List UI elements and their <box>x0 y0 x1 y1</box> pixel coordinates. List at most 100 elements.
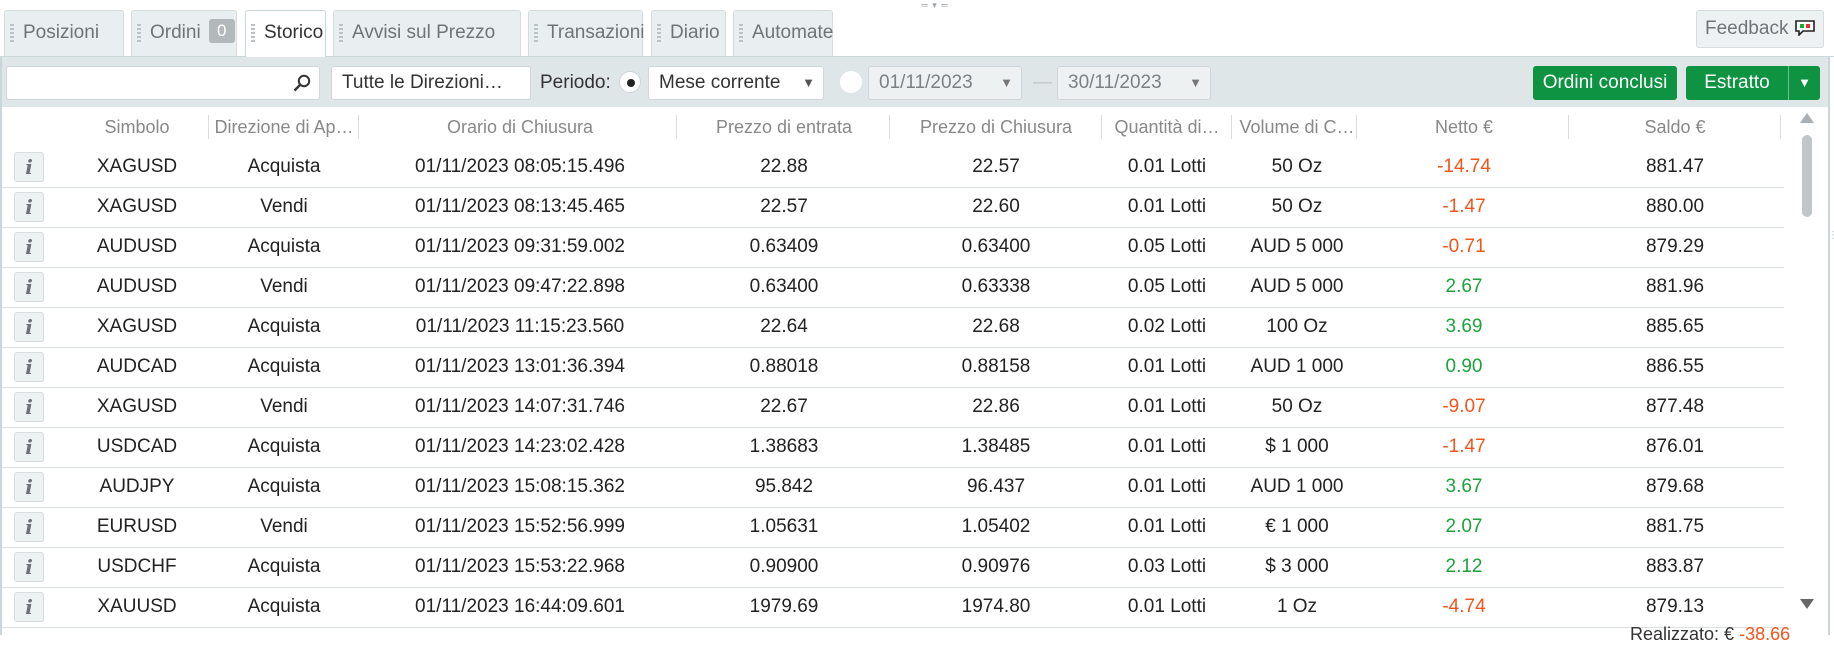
info-icon[interactable]: i <box>14 192 44 222</box>
direction-select[interactable]: Tutte le Direzioni… <box>331 66 531 100</box>
table-row[interactable]: i XAGUSD Acquista 01/11/2023 08:05:15.496 22… <box>2 147 1784 188</box>
column-separator[interactable] <box>676 115 677 139</box>
info-icon[interactable]: i <box>14 232 44 262</box>
scroll-up-arrow-icon[interactable] <box>1800 113 1814 123</box>
column-separator[interactable] <box>1780 115 1781 139</box>
table-row[interactable]: i XAGUSD Vendi 01/11/2023 08:13:45.465 22.57… <box>2 187 1784 228</box>
tab-label: Ordini <box>150 22 201 43</box>
cell-net: 2.07 <box>1445 516 1483 537</box>
info-icon[interactable]: i <box>14 312 44 342</box>
cell-entry-price: 0.88018 <box>749 356 819 377</box>
cell-symbol: AUDUSD <box>96 276 178 297</box>
cell-close-time: 01/11/2023 14:07:31.746 <box>415 396 625 417</box>
cell-close-price: 1.05402 <box>961 516 1031 537</box>
info-icon[interactable]: i <box>14 512 44 542</box>
tab-automate[interactable]: Automate <box>733 10 833 56</box>
cell-balance: 879.13 <box>1645 596 1705 617</box>
symbol-search-input[interactable] <box>6 66 320 100</box>
cell-close-time: 01/11/2023 08:13:45.465 <box>415 196 625 217</box>
search-icon[interactable] <box>293 74 311 92</box>
tab-avvisi-sul-prezzo[interactable]: Avvisi sul Prezzo0 <box>333 10 521 87</box>
statement-split-button[interactable]: Estratto ▼ <box>1686 66 1820 100</box>
table-row[interactable]: i USDCAD Acquista 01/11/2023 14:23:02.428 1.… <box>2 427 1784 468</box>
tab-transazioni[interactable]: Transazioni <box>528 10 645 56</box>
history-toolbar: Tutte le Direzioni… Periodo: Mese corren… <box>0 57 1830 107</box>
column-header-volume[interactable]: Volume di C… <box>1232 107 1362 147</box>
cell-entry-price: 22.88 <box>760 156 808 177</box>
cell-volume: $ 3 000 <box>1265 556 1329 577</box>
cell-close-price: 0.63400 <box>961 236 1031 257</box>
period-preset-radio[interactable] <box>619 71 641 93</box>
column-separator[interactable] <box>1356 115 1357 139</box>
column-header-entry-price[interactable]: Prezzo di entrata <box>678 107 890 147</box>
tab-diario[interactable]: Diario <box>651 10 726 56</box>
statement-button-label: Estratto <box>1704 72 1770 93</box>
drag-handle-icon <box>10 24 14 42</box>
column-header-quantity[interactable]: Quantità di… <box>1102 107 1232 147</box>
tab-ordini[interactable]: Ordini 0 <box>131 10 237 56</box>
table-row[interactable]: i AUDUSD Acquista 01/11/2023 09:31:59.002 0.… <box>2 227 1784 268</box>
cell-volume: AUD 1 000 <box>1250 476 1344 497</box>
drag-handle-icon <box>657 24 661 42</box>
info-icon[interactable]: i <box>14 432 44 462</box>
column-header-net[interactable]: Netto € <box>1358 107 1570 147</box>
scroll-down-arrow-icon[interactable] <box>1800 599 1814 609</box>
panel-resize-handle[interactable]: ═ ▾ ═ <box>905 0 965 10</box>
table-row[interactable]: i XAUUSD Acquista 01/11/2023 16:44:09.601 19… <box>2 587 1784 628</box>
cell-close-time: 01/11/2023 15:08:15.362 <box>415 476 625 497</box>
date-from-field[interactable]: 01/11/2023 ▼ <box>868 66 1022 100</box>
column-header-direction[interactable]: Direzione di Ap… <box>209 107 359 147</box>
period-select[interactable]: Mese corrente ▼ <box>648 66 824 100</box>
column-header-close-price[interactable]: Prezzo di Chiusura <box>890 107 1102 147</box>
column-header-balance[interactable]: Saldo € <box>1569 107 1781 147</box>
table-row[interactable]: i XAGUSD Acquista 01/11/2023 11:15:23.560 22… <box>2 307 1784 348</box>
table-row[interactable]: i USDCHF Acquista 01/11/2023 15:53:22.968 0.… <box>2 547 1784 588</box>
table-row[interactable]: i AUDCAD Acquista 01/11/2023 13:01:36.394 0.… <box>2 347 1784 388</box>
date-to-field[interactable]: 30/11/2023 ▼ <box>1057 66 1211 100</box>
cell-direction: Acquista <box>247 236 321 257</box>
info-icon[interactable]: i <box>14 592 44 622</box>
info-icon[interactable]: i <box>14 472 44 502</box>
cell-net: -1.47 <box>1442 196 1486 217</box>
cell-balance: 885.65 <box>1645 316 1705 337</box>
info-icon[interactable]: i <box>14 392 44 422</box>
cell-symbol: XAGUSD <box>96 156 178 177</box>
cell-volume: 100 Oz <box>1266 316 1328 337</box>
tab-label: Storico <box>264 22 324 43</box>
feedback-button[interactable]: Feedback <box>1696 10 1824 48</box>
cell-symbol: AUDCAD <box>96 356 178 377</box>
info-icon[interactable]: i <box>14 552 44 582</box>
cell-symbol: XAGUSD <box>96 396 178 417</box>
chevron-down-icon: ▼ <box>1189 75 1202 90</box>
scrollbar-thumb[interactable] <box>1802 135 1812 217</box>
info-icon[interactable]: i <box>14 352 44 382</box>
info-icon[interactable]: i <box>14 152 44 182</box>
table-row[interactable]: i AUDUSD Vendi 01/11/2023 09:47:22.898 0.634… <box>2 267 1784 308</box>
tab-storico[interactable]: Storico <box>245 10 326 57</box>
cell-volume: AUD 5 000 <box>1250 236 1344 257</box>
cell-close-price: 0.90976 <box>961 556 1031 577</box>
cell-symbol: USDCHF <box>97 556 177 577</box>
custom-range-radio[interactable] <box>840 71 862 93</box>
cell-entry-price: 22.57 <box>760 196 808 217</box>
date-to-value: 30/11/2023 <box>1068 72 1162 93</box>
table-row[interactable]: i XAGUSD Vendi 01/11/2023 14:07:31.746 22.67… <box>2 387 1784 428</box>
cell-symbol: AUDJPY <box>99 476 175 497</box>
realized-label: Realizzato: € <box>1630 624 1735 644</box>
tab-posizioni[interactable]: Posizioni2 <box>4 10 124 87</box>
column-header-symbol[interactable]: Simbolo <box>62 107 212 147</box>
closed-orders-button[interactable]: Ordini conclusi <box>1533 66 1677 100</box>
cell-close-time: 01/11/2023 13:01:36.394 <box>415 356 625 377</box>
vertical-scrollbar[interactable] <box>1792 107 1820 617</box>
column-separator[interactable] <box>358 115 359 139</box>
side-resize-handle[interactable]: ⋮ <box>1828 230 1834 270</box>
cell-direction: Acquista <box>247 596 321 617</box>
date-from-value: 01/11/2023 <box>879 72 973 93</box>
table-row[interactable]: i AUDJPY Acquista 01/11/2023 15:08:15.362 95… <box>2 467 1784 508</box>
info-icon[interactable]: i <box>14 272 44 302</box>
cell-volume: 50 Oz <box>1271 156 1323 177</box>
cell-entry-price: 0.63409 <box>749 236 819 257</box>
column-header-close-time[interactable]: Orario di Chiusura <box>360 107 680 147</box>
table-row[interactable]: i EURUSD Vendi 01/11/2023 15:52:56.999 1.056… <box>2 507 1784 548</box>
chevron-down-icon[interactable]: ▼ <box>1789 66 1820 100</box>
